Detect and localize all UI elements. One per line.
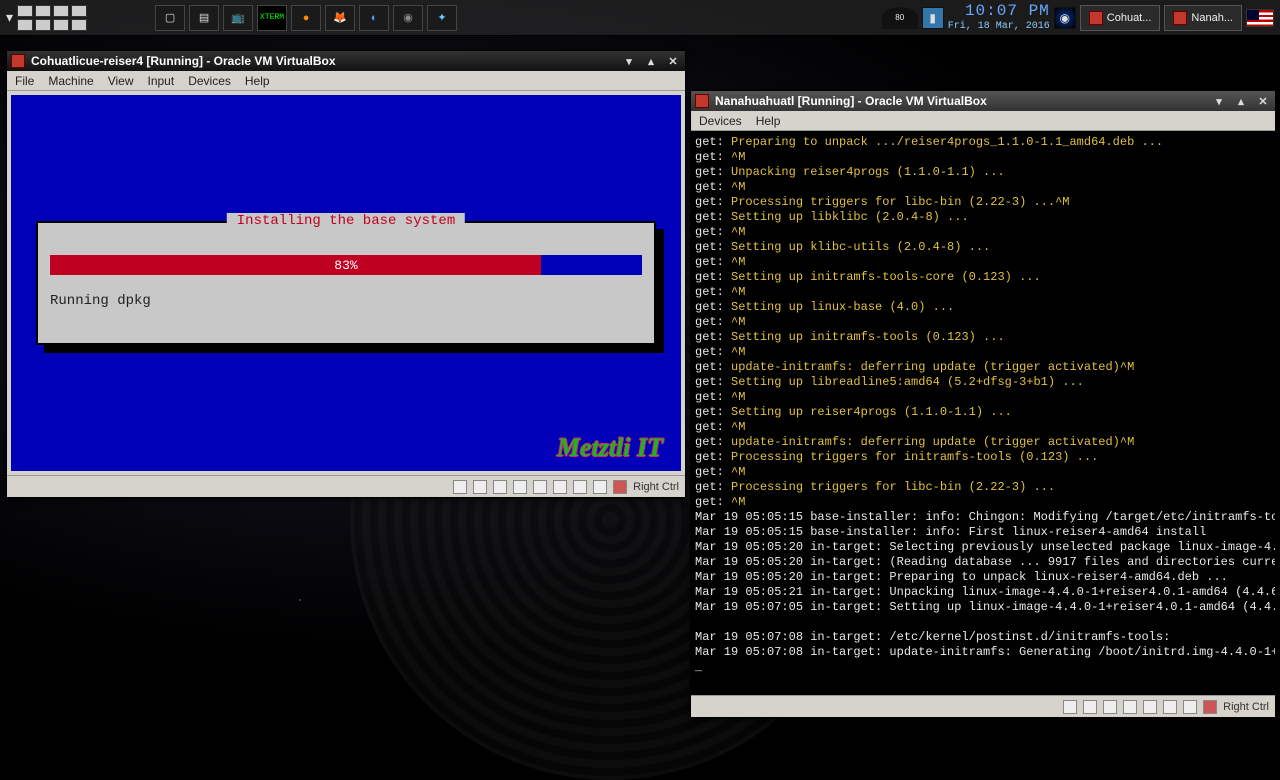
progress-bar: 83% xyxy=(50,255,642,275)
menu-devices[interactable]: Devices xyxy=(699,114,742,128)
maximize-button[interactable]: ▴ xyxy=(643,54,659,68)
vm-statusbar: Right Ctrl xyxy=(691,695,1275,717)
minimize-button[interactable]: ▾ xyxy=(621,54,637,68)
xterm-launcher[interactable]: XTERM xyxy=(257,5,287,31)
vbox-icon xyxy=(11,54,25,68)
window-vm2: Nanahuahuatl [Running] - Oracle VM Virtu… xyxy=(690,90,1276,718)
terminal-output[interactable]: get: Preparing to unpack .../reiser4prog… xyxy=(691,131,1275,695)
window-title: Cohuatlicue-reiser4 [Running] - Oracle V… xyxy=(31,54,336,68)
clock-time: 10:07 PM xyxy=(948,3,1050,21)
window-title: Nanahuahuatl [Running] - Oracle VM Virtu… xyxy=(715,94,987,108)
statusbar-disk-icon[interactable] xyxy=(453,480,467,494)
taskbar-item-label: Cohuat... xyxy=(1107,12,1152,24)
statusbar-display-icon[interactable] xyxy=(1163,700,1177,714)
menubar-vm1: File Machine View Input Devices Help xyxy=(7,71,685,91)
menu-view[interactable]: View xyxy=(108,74,134,88)
menu-machine[interactable]: Machine xyxy=(48,74,93,88)
taskbar-item-label: Nanah... xyxy=(1191,12,1233,24)
minimize-button[interactable]: ▾ xyxy=(1211,94,1227,108)
menubar-vm2: Devices Help xyxy=(691,111,1275,131)
titlebar-vm2[interactable]: Nanahuahuatl [Running] - Oracle VM Virtu… xyxy=(691,91,1275,111)
vm-statusbar: Right Ctrl xyxy=(7,475,685,497)
statusbar-optical-icon[interactable] xyxy=(473,480,487,494)
taskbar: ▾ ▢ ▤ 📺 XTERM ● 🦊 ◐ ◉ ✦ 80 ▮ 10:07 PM Fr… xyxy=(0,0,1280,36)
guest-screen[interactable]: Installing the base system 83% Running d… xyxy=(11,95,681,471)
menu-input[interactable]: Input xyxy=(148,74,175,88)
vbox-icon xyxy=(695,94,709,108)
statusbar-net-icon[interactable] xyxy=(1103,700,1117,714)
clock[interactable]: 10:07 PM Fri, 18 Mar, 2016 xyxy=(948,3,1050,32)
progress-percent: 83% xyxy=(50,255,642,275)
statusbar-usb-icon[interactable] xyxy=(513,480,527,494)
keyboard-layout-flag[interactable] xyxy=(1246,9,1274,27)
close-button[interactable]: ✕ xyxy=(665,54,681,68)
statusbar-optical-icon[interactable] xyxy=(1083,700,1097,714)
clock-date: Fri, 18 Mar, 2016 xyxy=(948,21,1050,32)
statusbar-disk-icon[interactable] xyxy=(1063,700,1077,714)
menu-devices[interactable]: Devices xyxy=(188,74,231,88)
statusbar-capture-icon[interactable] xyxy=(1183,700,1197,714)
terminal-launcher[interactable]: ▢ xyxy=(155,5,185,31)
installer-status: Running dpkg xyxy=(50,293,642,309)
vbox-icon xyxy=(1173,11,1187,25)
statusbar-record-icon[interactable] xyxy=(573,480,587,494)
vbox-icon xyxy=(1089,11,1103,25)
app-menu-chevron[interactable]: ▾ xyxy=(6,9,13,26)
brand-watermark: Metztli IT xyxy=(557,433,663,463)
statusbar-usb-icon[interactable] xyxy=(1123,700,1137,714)
installer-dialog: Installing the base system 83% Running d… xyxy=(36,221,656,345)
browser-launcher-1[interactable]: ● xyxy=(291,5,321,31)
titlebar-vm1[interactable]: Cohuatlicue-reiser4 [Running] - Oracle V… xyxy=(7,51,685,71)
statusbar-net-icon[interactable] xyxy=(493,480,507,494)
misc-launcher[interactable]: ✦ xyxy=(427,5,457,31)
installer-title: Installing the base system xyxy=(227,213,465,229)
menu-file[interactable]: File xyxy=(15,74,34,88)
audio-launcher[interactable]: ◉ xyxy=(393,5,423,31)
statusbar-shared-icon[interactable] xyxy=(533,480,547,494)
window-vm1: Cohuatlicue-reiser4 [Running] - Oracle V… xyxy=(6,50,686,498)
tray-icon-1[interactable]: ▮ xyxy=(922,7,944,29)
workspace-switcher[interactable] xyxy=(17,5,87,31)
filemanager-launcher[interactable]: ▤ xyxy=(189,5,219,31)
statusbar-shared-icon[interactable] xyxy=(1143,700,1157,714)
statusbar-hostkey-icon[interactable] xyxy=(1203,700,1217,714)
statusbar-display-icon[interactable] xyxy=(553,480,567,494)
hostkey-label: Right Ctrl xyxy=(1223,701,1269,713)
tv-launcher[interactable]: 📺 xyxy=(223,5,253,31)
maximize-button[interactable]: ▴ xyxy=(1233,94,1249,108)
close-button[interactable]: ✕ xyxy=(1255,94,1271,108)
menu-help[interactable]: Help xyxy=(245,74,270,88)
chromium-launcher[interactable]: ◐ xyxy=(359,5,389,31)
taskbar-item-vm2[interactable]: Nanah... xyxy=(1164,5,1242,31)
statusbar-hostkey-icon[interactable] xyxy=(613,480,627,494)
tray-icon-2[interactable]: ◉ xyxy=(1054,7,1076,29)
hostkey-label: Right Ctrl xyxy=(633,481,679,493)
gauge-widget[interactable]: 80 xyxy=(882,7,918,29)
statusbar-mouse-icon[interactable] xyxy=(593,480,607,494)
menu-help[interactable]: Help xyxy=(756,114,781,128)
firefox-launcher[interactable]: 🦊 xyxy=(325,5,355,31)
taskbar-item-vm1[interactable]: Cohuat... xyxy=(1080,5,1161,31)
